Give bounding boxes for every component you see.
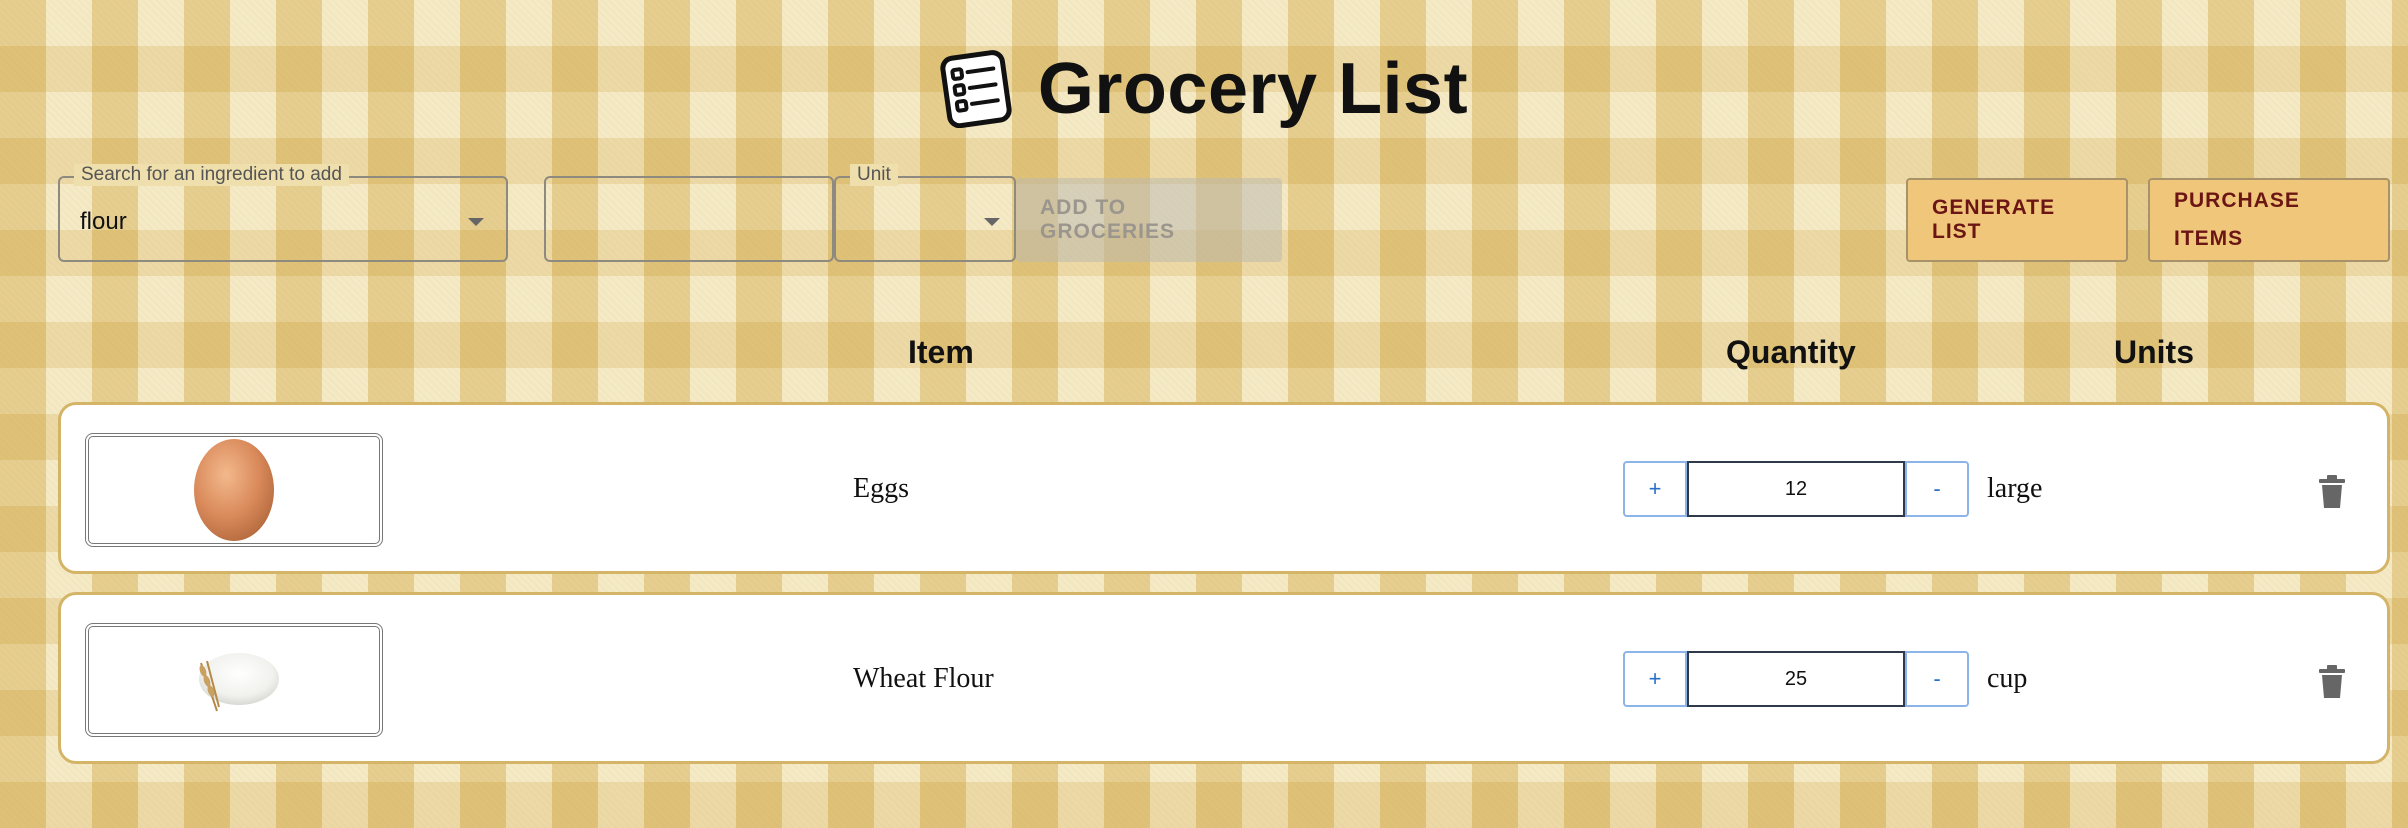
quantity-input[interactable] — [544, 176, 834, 262]
add-to-groceries-button[interactable]: ADD TO GROCERIES — [1016, 178, 1282, 262]
decrement-button[interactable]: - — [1905, 651, 1969, 707]
generate-list-button[interactable]: GENERATE LIST — [1906, 178, 2128, 262]
trash-icon[interactable] — [2317, 475, 2347, 509]
page-title: Grocery List — [1037, 49, 1469, 129]
flour-image — [85, 623, 383, 737]
chevron-down-icon[interactable] — [984, 218, 1000, 226]
grocery-row: Eggs + 12 - large — [58, 402, 2390, 574]
item-name: Eggs — [853, 473, 909, 504]
trash-icon[interactable] — [2317, 665, 2347, 699]
quantity-stepper[interactable]: + 12 - — [1623, 461, 1969, 517]
quantity-field[interactable]: 12 — [1687, 461, 1905, 517]
increment-button[interactable]: + — [1623, 651, 1687, 707]
chevron-down-icon[interactable] — [468, 218, 484, 226]
column-header-quantity: Quantity — [1726, 334, 1856, 370]
ingredient-search-label: Search for an ingredient to add — [74, 164, 349, 186]
item-unit: large — [1987, 473, 2043, 504]
purchase-items-label-line2: ITEMS — [2174, 227, 2244, 250]
grocery-row: Wheat Flour + 25 - cup — [58, 592, 2390, 764]
page-header: Grocery List — [0, 48, 2408, 130]
column-header-units: Units — [2114, 334, 2194, 370]
increment-button[interactable]: + — [1623, 461, 1687, 517]
purchase-items-button[interactable]: PURCHASE ITEMS — [2148, 178, 2390, 262]
checklist-icon — [940, 50, 1012, 128]
ingredient-search-field[interactable]: Search for an ingredient to add flour — [58, 164, 508, 262]
quantity-stepper[interactable]: + 25 - — [1623, 651, 1969, 707]
ingredient-search-value[interactable]: flour — [80, 208, 127, 236]
unit-select-label: Unit — [850, 164, 898, 186]
item-unit: cup — [1987, 663, 2028, 694]
column-header-item: Item — [908, 334, 974, 370]
quantity-field[interactable]: 25 — [1687, 651, 1905, 707]
unit-select[interactable]: Unit — [834, 164, 1016, 262]
purchase-items-label-line1: PURCHASE — [2174, 189, 2300, 212]
decrement-button[interactable]: - — [1905, 461, 1969, 517]
egg-image — [85, 433, 383, 547]
item-name: Wheat Flour — [853, 663, 994, 694]
